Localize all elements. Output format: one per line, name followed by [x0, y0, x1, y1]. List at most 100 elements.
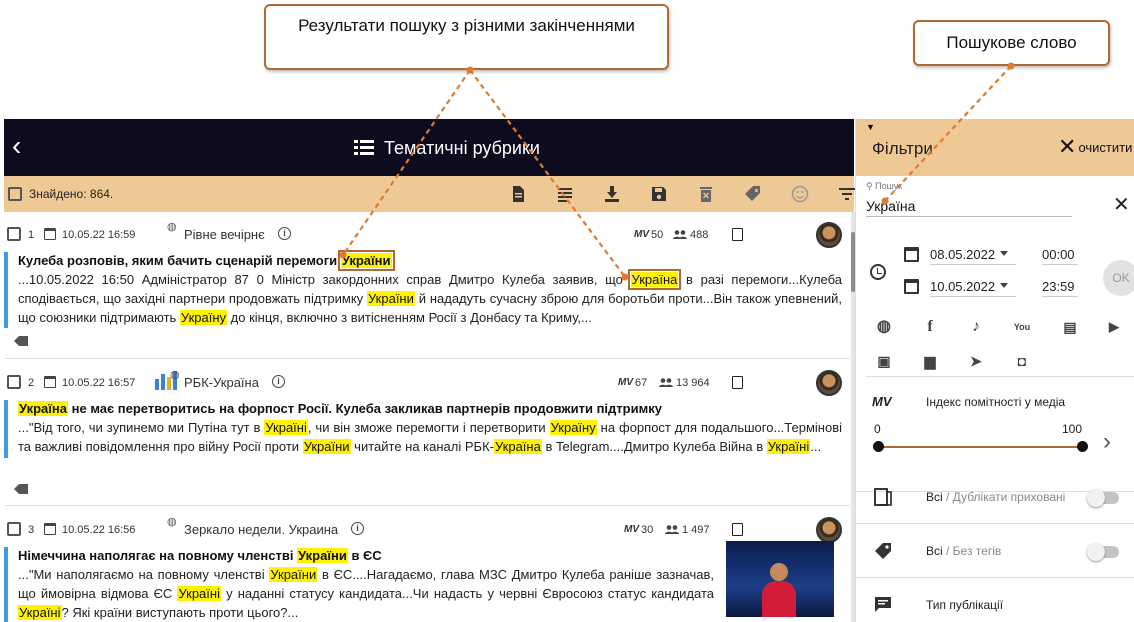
slider-handle-min[interactable] [873, 441, 884, 452]
doc-search-icon[interactable] [732, 228, 743, 241]
publication-type-filter[interactable]: Тип публікації [856, 584, 1134, 622]
audience-value: 488 [690, 229, 709, 241]
slider-handle-max[interactable] [1077, 441, 1088, 452]
tags-filter: Всі / Без тегів [856, 526, 1134, 578]
search-clear-icon[interactable]: ✕ [1113, 195, 1130, 215]
tag-icon[interactable] [14, 484, 28, 494]
filters-panel: ▼ Фільтри ✕ очистити ⚲ Пошук ✕ 08.05.202… [855, 119, 1134, 622]
info-icon[interactable]: i [272, 375, 285, 388]
duplicates-icon [874, 488, 892, 506]
delete-icon[interactable] [682, 183, 729, 205]
filters-header: ▼ Фільтри ✕ очистити [856, 119, 1134, 176]
keyword-highlight: Україні [18, 605, 62, 620]
info-icon[interactable]: i [351, 522, 364, 535]
article-number: 2 [28, 377, 35, 389]
audience-value: 1 497 [682, 524, 710, 536]
slider-track[interactable] [878, 446, 1083, 448]
ok-button[interactable]: OK [1103, 260, 1134, 296]
avatar[interactable] [816, 222, 842, 248]
document-icon[interactable] [494, 183, 541, 205]
mv-value: 50 [651, 229, 664, 241]
forum-icon[interactable]: ▆ [920, 351, 940, 371]
screenshot-root: Результати пошуку з різними закінченнями… [0, 0, 1134, 622]
tag-icon[interactable] [14, 336, 28, 346]
twitter-icon[interactable]: ♪ [966, 317, 986, 337]
search-input[interactable] [866, 195, 1072, 217]
article-title[interactable]: Кулеба розповів, яким бачить сценарій пе… [18, 250, 842, 271]
article-snippet: ..."Ми наполягаємо на повному членстві У… [18, 567, 714, 620]
article-title[interactable]: Україна не має перетворитись на форпост … [18, 400, 842, 418]
article-date: 10.05.22 16:56 [62, 524, 136, 536]
callout-search-word: Пошукове слово [913, 20, 1110, 66]
pin-icon[interactable]: ▼ [866, 122, 875, 132]
date-from[interactable]: 08.05.2022 [930, 247, 1016, 265]
avatar[interactable] [816, 370, 842, 396]
telegram-icon[interactable]: ➤ [966, 351, 986, 371]
search-label: ⚲ Пошук [866, 181, 903, 191]
time-to[interactable]: 23:59 [1042, 279, 1078, 297]
tag-icon[interactable] [729, 183, 776, 205]
article-source[interactable]: РБК-Україна [184, 375, 259, 390]
article-number: 3 [28, 524, 35, 536]
article-checkbox[interactable] [7, 375, 21, 389]
video-icon[interactable]: ▶ [1104, 317, 1124, 337]
article-source[interactable]: Зеркало недели. Украина [184, 522, 338, 537]
keyword-highlight: Україну [549, 420, 597, 435]
select-all-checkbox[interactable] [8, 187, 22, 201]
article-card[interactable]: 2 10.05.22 16:57 ◍ РБК-Україна i MV 67 1… [4, 360, 850, 506]
info-icon[interactable]: i [278, 227, 291, 240]
article-body: Україна не має перетворитись на форпост … [4, 400, 850, 458]
article-checkbox[interactable] [7, 227, 21, 241]
facebook-icon[interactable]: f [920, 317, 940, 337]
globe-icon: ◍ [167, 516, 177, 528]
article-thumbnail[interactable] [726, 541, 834, 617]
article-card[interactable]: 1 10.05.22 16:59 ◍ Рівне вечірнє i MV 50… [4, 212, 850, 359]
mv-max: 100 [1062, 422, 1083, 436]
audience-value: 13 964 [676, 377, 710, 389]
news-icon[interactable]: ▤ [1060, 317, 1080, 337]
keyword-highlight: Україні [766, 439, 811, 454]
duplicates-label: Всі / Дублікати приховані [926, 490, 1066, 504]
smiley-icon[interactable] [776, 183, 823, 205]
callout-search-results: Результати пошуку з різними закінченнями [264, 4, 669, 70]
duplicates-filter: Всі / Дублікати приховані [856, 472, 1134, 524]
source-type-icons: ◍ f ♪ You ▤ ▶ ▣ ▆ ➤ ◘ [866, 317, 1134, 377]
article-card[interactable]: 3 10.05.22 16:56 ◍ Зеркало недели. Украи… [4, 507, 850, 622]
keyword-highlight: України [269, 567, 318, 582]
date-to[interactable]: 10.05.2022 [930, 279, 1016, 297]
clear-filters-button[interactable]: ✕ очистити [1058, 136, 1132, 158]
text-lines-icon[interactable] [541, 183, 588, 205]
radio-icon[interactable]: ▣ [874, 351, 894, 371]
back-icon[interactable]: ‹ [12, 131, 36, 163]
audience-icon [659, 378, 673, 387]
download-icon[interactable] [588, 183, 635, 205]
globe-icon[interactable]: ◍ [874, 317, 894, 337]
comment-icon [875, 597, 891, 612]
youtube-icon[interactable]: You [1012, 317, 1032, 337]
article-source[interactable]: Рівне вечірнє [184, 227, 265, 242]
header-title-group: Тематичні рубрики [354, 135, 540, 161]
time-from[interactable]: 00:00 [1042, 247, 1078, 265]
audience-icon [665, 525, 679, 534]
keyword-highlight: України [337, 250, 395, 271]
date-to-row[interactable]: 10.05.2022 23:59 [904, 276, 1094, 300]
article-snippet: ...10.05.2022 16:50 Адміністратор 87 0 М… [18, 269, 842, 325]
chevron-down-icon[interactable] [1000, 251, 1008, 256]
chevron-right-icon[interactable]: › [1103, 428, 1111, 456]
history-icon[interactable] [870, 264, 886, 280]
mv-label: MV [624, 524, 639, 535]
avatar[interactable] [816, 517, 842, 543]
instagram-icon[interactable]: ◘ [1012, 351, 1032, 371]
article-checkbox[interactable] [7, 522, 21, 536]
mv-value: 67 [635, 377, 648, 389]
duplicates-toggle[interactable] [1087, 489, 1119, 507]
chevron-down-icon[interactable] [1000, 283, 1008, 288]
tags-toggle[interactable] [1087, 543, 1119, 561]
doc-search-icon[interactable] [732, 376, 743, 389]
article-title[interactable]: Німеччина наполягає на повному членстві … [18, 547, 714, 565]
article-number: 1 [28, 229, 35, 241]
date-from-row[interactable]: 08.05.2022 00:00 [904, 244, 1094, 268]
calendar-icon [44, 228, 56, 240]
doc-search-icon[interactable] [732, 523, 743, 536]
save-icon[interactable] [635, 183, 682, 205]
